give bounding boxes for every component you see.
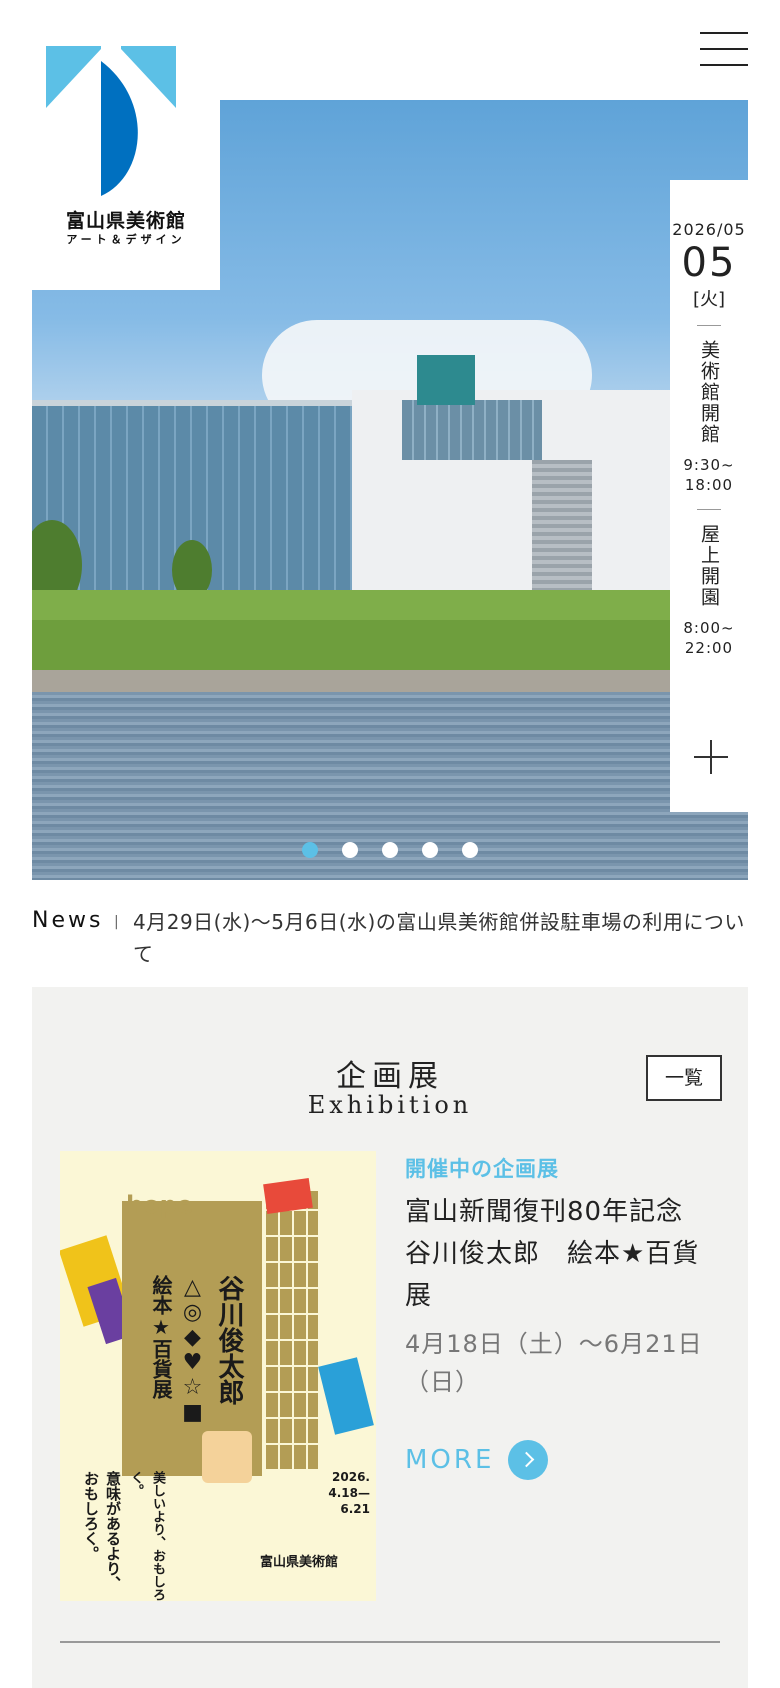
chevron-right-icon [508,1440,549,1480]
site-logo[interactable]: 富山県美術館 アート＆デザイン [32,0,220,290]
museum-window [402,400,542,460]
slider-dot-5[interactable] [462,842,478,858]
poster-tagline: 美しいより、おもしろく。 [128,1471,165,1601]
opening-hours-panel: 2026/05 05 [火] 美術館開館 9:30~ 18:00 屋上開園 8:… [670,180,748,812]
poster-symbols: △◎◆♥☆■ [180,1275,205,1425]
poster-title: 絵本★百貨展 [149,1275,173,1399]
section-subtitle: Exhibition [307,1091,473,1119]
exhibition-dates: 4月18日（土）～6月21日（日） [405,1330,703,1396]
rooftop-tower [417,355,475,405]
slider-dot-4[interactable] [422,842,438,858]
exhibition-section: 企画展 Exhibition 一覧 hope 谷川俊太郎 △◎◆♥☆■ 絵本★百… [32,987,748,1688]
divider [697,509,721,510]
poster-dates: 2026. 4.18—6.21 [328,1470,370,1516]
poster-portrait [202,1431,252,1483]
poster-author: 谷川俊太郎 [214,1275,244,1405]
exhibition-status: 開催中の企画展 [405,1157,559,1181]
section-title: 企画展 [336,1059,444,1094]
hamburger-icon [700,48,748,50]
poster-tagline: 意味があるより、おもしろく。 [82,1471,122,1591]
museum-louver [532,460,592,590]
slider-pagination [302,842,478,858]
slider-dot-1[interactable] [302,842,318,858]
news-separator: | [114,914,119,930]
exhibition-list-button[interactable]: 一覧 [646,1055,722,1101]
logo-name: 富山県美術館 [65,210,186,232]
logo-subtitle: アート＆デザイン [66,233,186,246]
slider-dot-2[interactable] [342,842,358,858]
plus-icon[interactable] [694,740,728,774]
museum-open-label: 美術館開館 [698,340,720,445]
lawn [32,620,748,675]
rooftop-open-label: 屋上開園 [698,524,720,608]
date-year-month: 2026/05 [672,220,746,239]
divider [697,325,721,326]
exhibition-poster[interactable]: hope 谷川俊太郎 △◎◆♥☆■ 絵本★百貨展 意味があるより、おもしろく。 … [60,1151,376,1601]
canal-wall [32,670,748,692]
date-weekday: [火] [692,289,726,310]
poster-museum-logo: 富山県美術館 [260,1555,339,1570]
more-link[interactable]: MORE [405,1440,549,1480]
news-label: News [32,908,104,933]
hamburger-icon [700,32,748,34]
poster-building-grid [264,1191,318,1471]
slider-dot-3[interactable] [382,842,398,858]
date-day: 05 [681,240,737,286]
exhibition-title[interactable]: 富山新聞復刊80年記念 谷川俊太郎 絵本★百貨展 [405,1191,725,1317]
museum-logo-icon [46,46,176,196]
poster-hope-text: hope [126,1191,194,1219]
poster-book-card [318,1357,374,1435]
hamburger-menu-button[interactable] [700,30,750,68]
hamburger-icon [700,64,748,66]
museum-hours: 9:30~ 18:00 [683,456,735,494]
news-link[interactable]: 4月29日(水)～5月6日(水)の富山県美術館併設駐車場の利用について [133,906,753,970]
more-label: MORE [405,1445,495,1475]
divider [60,1641,720,1643]
rooftop-hours: 8:00~ 22:00 [683,619,735,657]
poster-book-card [263,1177,313,1215]
